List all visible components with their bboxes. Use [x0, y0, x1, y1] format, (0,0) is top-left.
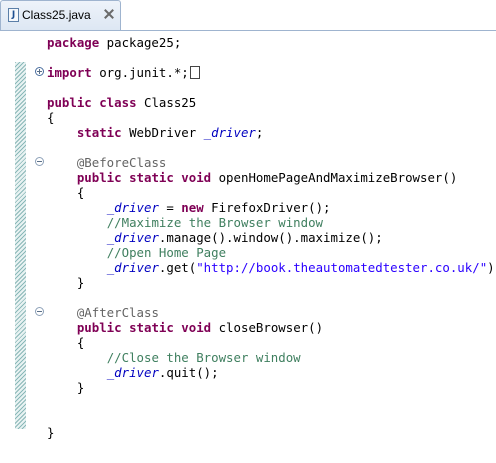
field-name: _driver	[106, 365, 159, 380]
code-text: );	[487, 260, 496, 275]
string-literal: "http://book.theautomatedtester.co.uk/"	[196, 260, 488, 275]
keyword: import	[47, 65, 92, 80]
code-line: @AfterClass	[47, 305, 159, 320]
collapse-method-icon[interactable]	[35, 307, 44, 316]
code-text: .manage().window().maximize();	[158, 230, 383, 245]
method-name: closeBrowser()	[211, 320, 324, 335]
collapse-method-icon[interactable]	[35, 157, 44, 166]
tab-class25-java[interactable]: J Class25.java	[0, 0, 121, 30]
code-line: }	[47, 275, 84, 290]
keyword: public	[76, 320, 122, 335]
code-line: }	[47, 425, 54, 440]
editor-tab-bar: J Class25.java	[0, 0, 496, 30]
brace: }	[47, 425, 55, 440]
comment: //Maximize the Browser window	[106, 215, 324, 230]
keyword: void	[173, 320, 212, 335]
code-line: import org.junit.*;	[47, 65, 200, 80]
code-line: _driver.get("http://book.theautomatedtes…	[47, 260, 496, 275]
java-file-icon: J	[8, 8, 19, 22]
code-text: .get(	[158, 260, 197, 275]
comment: //Close the Browser window	[106, 350, 301, 365]
keyword: static	[76, 125, 122, 140]
keyword: new	[181, 200, 204, 215]
brace: }	[76, 275, 85, 290]
close-icon[interactable]	[104, 9, 114, 19]
code-line: public class Class25	[47, 95, 196, 110]
code-text: package25;	[99, 35, 182, 50]
code-line: package package25;	[47, 35, 181, 50]
brace: }	[76, 380, 85, 395]
field-name: _driver	[106, 200, 159, 215]
code-text: =	[158, 200, 182, 215]
keyword: package	[47, 35, 100, 50]
code-line: //Maximize the Browser window	[47, 215, 323, 230]
keyword: void	[173, 170, 212, 185]
comment: //Open Home Page	[106, 245, 227, 260]
code-line: public static void closeBrowser()	[47, 320, 323, 335]
code-line: _driver.quit();	[47, 365, 219, 380]
code-line: _driver.manage().window().maximize();	[47, 230, 383, 245]
annotation: @BeforeClass	[76, 155, 167, 170]
expand-import-icon[interactable]	[35, 67, 44, 76]
keyword: class	[91, 95, 137, 110]
keyword: public	[76, 170, 122, 185]
keyword: static	[121, 320, 174, 335]
field-name: _driver	[106, 260, 159, 275]
code-line: //Open Home Page	[47, 245, 226, 260]
code-line: public static void openHomePageAndMaximi…	[47, 170, 457, 185]
code-text: .quit();	[158, 365, 219, 380]
code-text: ;	[255, 125, 264, 140]
method-name: openHomePageAndMaximizeBrowser()	[211, 170, 458, 185]
code-line: }	[47, 380, 84, 395]
keyword: public	[47, 95, 92, 110]
code-line: _driver = new FirefoxDriver();	[47, 200, 331, 215]
code-line: {	[47, 110, 54, 125]
brace: {	[47, 110, 55, 125]
brace: {	[76, 185, 85, 200]
code-line: {	[47, 335, 84, 350]
code-line: //Close the Browser window	[47, 350, 301, 365]
annotation: @AfterClass	[76, 305, 159, 320]
code-text: WebDriver	[121, 125, 204, 140]
code-line: {	[47, 185, 84, 200]
tab-title: Class25.java	[22, 8, 91, 22]
collapsed-code-marker-icon[interactable]	[189, 66, 200, 79]
field-name: _driver	[203, 125, 256, 140]
brace: {	[76, 335, 85, 350]
code-line: @BeforeClass	[47, 155, 167, 170]
code-line: static WebDriver _driver;	[47, 125, 264, 140]
field-name: _driver	[106, 230, 159, 245]
code-text: FirefoxDriver();	[203, 200, 331, 215]
code-text: org.junit.*;	[91, 65, 189, 80]
class-name: Class25	[136, 95, 197, 110]
keyword: static	[121, 170, 174, 185]
change-ruler	[15, 62, 26, 429]
